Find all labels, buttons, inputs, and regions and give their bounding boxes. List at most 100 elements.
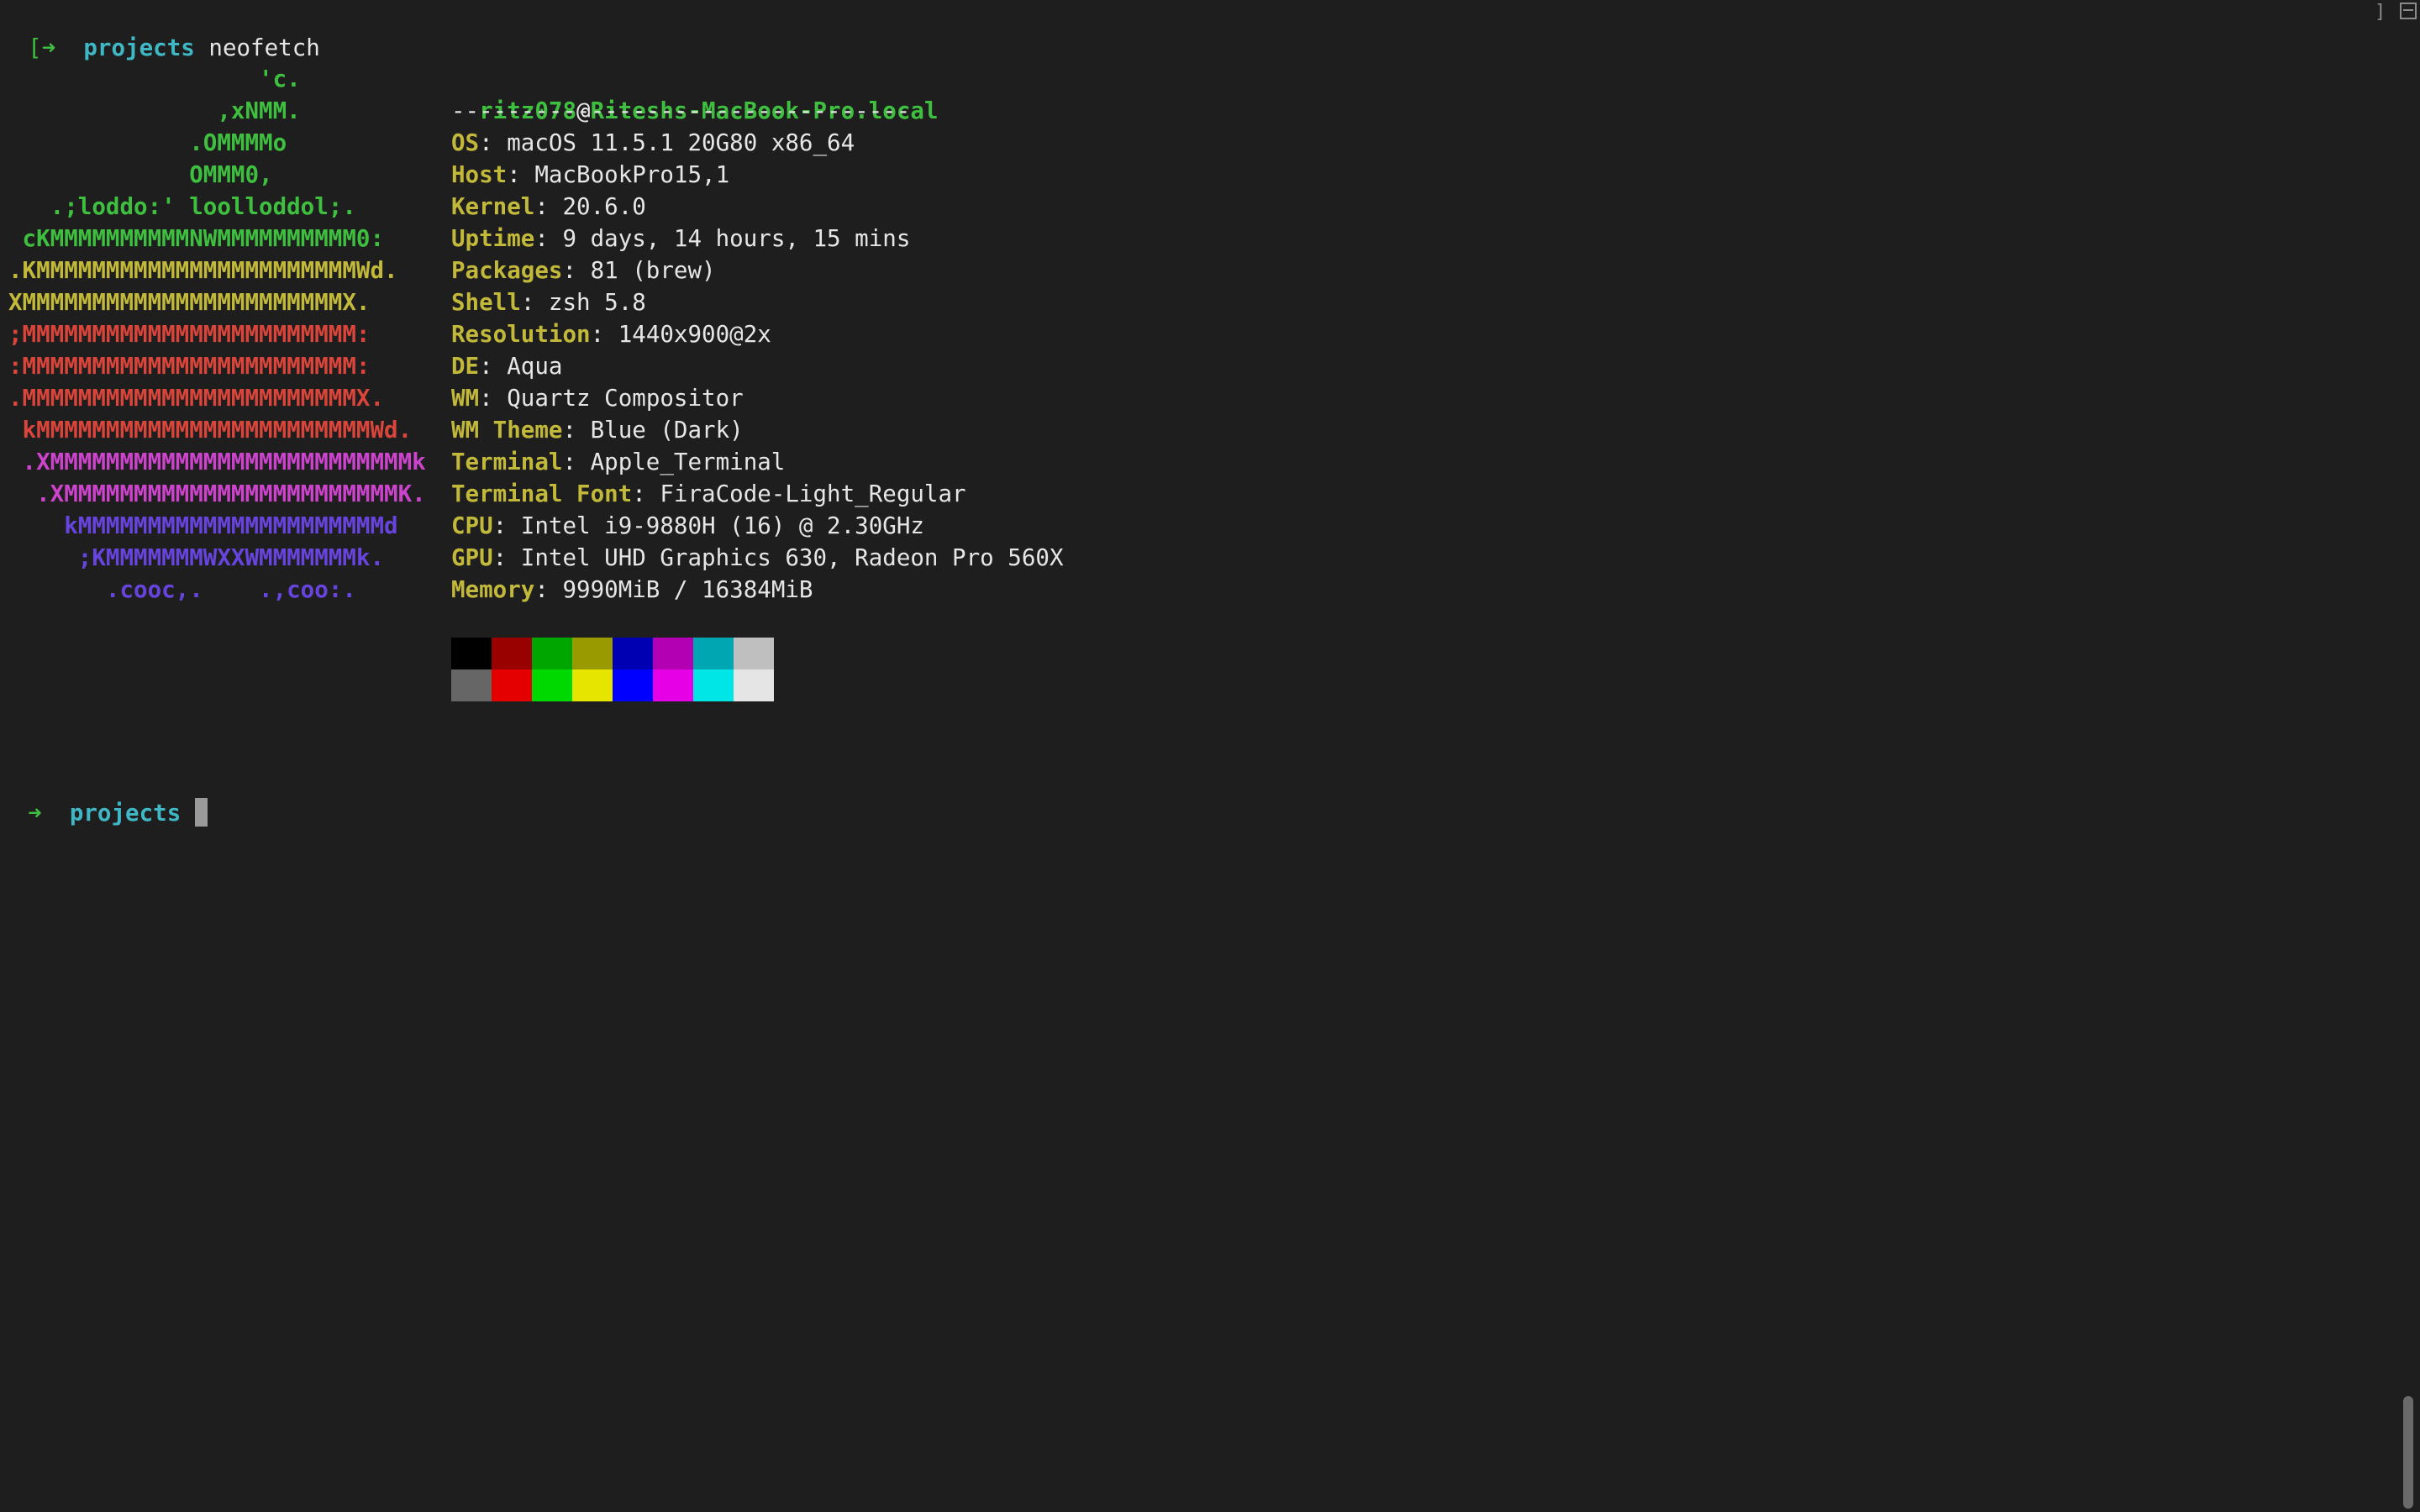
logo-line: ,xNMM. [8, 97, 301, 124]
scrollbar-thumb[interactable] [2403, 1396, 2413, 1509]
info-separator: : [562, 449, 591, 475]
color-swatch [613, 669, 653, 701]
info-separator: : [479, 353, 508, 380]
prompt-directory: projects [83, 34, 195, 61]
command-text: neofetch [208, 34, 320, 61]
info-key: Uptime [451, 225, 535, 252]
logo-line: .MMMMMMMMMMMMMMMMMMMMMMMMX. [8, 385, 385, 412]
color-swatch [492, 669, 532, 701]
scrollbar-track[interactable] [2400, 25, 2418, 1512]
info-value: Aqua [507, 353, 563, 380]
logo-line: .OMMMMo [8, 129, 287, 156]
info-key: OS [451, 129, 480, 156]
color-swatch [653, 638, 693, 669]
prompt-arrow-icon: ➜ [41, 34, 56, 61]
logo-line: XMMMMMMMMMMMMMMMMMMMMMMMX. [8, 289, 371, 316]
info-separator: : [507, 161, 535, 188]
logo-line: .XMMMMMMMMMMMMMMMMMMMMMMMMMMk [8, 449, 426, 475]
logo-line: kMMMMMMMMMMMMMMMMMMMMMMd [8, 512, 398, 539]
info-value: 1440x900@2x [618, 321, 771, 348]
info-row: WM: Quartz Compositor [451, 382, 744, 414]
info-key: Terminal [451, 449, 563, 475]
info-row: Host: MacBookPro15,1 [451, 159, 729, 191]
logo-line: 'c. [8, 66, 301, 92]
info-separator: : [492, 544, 521, 571]
info-separator: : [562, 257, 591, 284]
info-row: Shell: zsh 5.8 [451, 286, 646, 318]
color-swatch [532, 638, 572, 669]
info-row: WM Theme: Blue (Dark) [451, 414, 744, 446]
info-row: Uptime: 9 days, 14 hours, 15 mins [451, 223, 910, 255]
info-row: OS: macOS 11.5.1 20G80 x86_64 [451, 127, 855, 159]
info-key: Kernel [451, 193, 535, 220]
info-value: FiraCode-Light_Regular [660, 480, 966, 507]
color-swatch [492, 638, 532, 669]
info-value: 9990MiB / 16384MiB [562, 576, 813, 603]
color-swatch [734, 669, 774, 701]
info-value: macOS 11.5.1 20G80 x86_64 [507, 129, 855, 156]
info-separator: : [479, 129, 508, 156]
logo-line: ;KMMMMMMMWXXWMMMMMMMk. [8, 544, 385, 571]
info-value: Blue (Dark) [590, 417, 744, 444]
logo-line: :MMMMMMMMMMMMMMMMMMMMMMMM: [8, 353, 371, 380]
info-row: CPU: Intel i9-9880H (16) @ 2.30GHz [451, 510, 924, 542]
info-row: DE: Aqua [451, 350, 562, 382]
info-separator: : [479, 385, 508, 412]
info-separator: : [520, 289, 549, 316]
info-value: 81 (brew) [590, 257, 716, 284]
logo-line: ;MMMMMMMMMMMMMMMMMMMMMMMM: [8, 321, 371, 348]
info-value: Intel UHD Graphics 630, Radeon Pro 560X [520, 544, 1064, 571]
info-key: GPU [451, 544, 493, 571]
info-row: Terminal: Apple_Terminal [451, 446, 785, 478]
info-row: GPU: Intel UHD Graphics 630, Radeon Pro … [451, 542, 1064, 574]
info-separator: : [534, 576, 563, 603]
color-palette [451, 638, 774, 701]
logo-line: .KMMMMMMMMMMMMMMMMMMMMMMMWd. [8, 257, 398, 284]
info-value: Apple_Terminal [590, 449, 786, 475]
prompt-bracket: [ [28, 34, 42, 61]
info-separator: : [632, 480, 660, 507]
info-separator: : [492, 512, 521, 539]
logo-line: .XMMMMMMMMMMMMMMMMMMMMMMMMK. [8, 480, 426, 507]
info-value: 9 days, 14 hours, 15 mins [562, 225, 911, 252]
info-key: Host [451, 161, 508, 188]
logo-line: kMMMMMMMMMMMMMMMMMMMMMMMMWd. [8, 417, 413, 444]
color-swatch [693, 638, 734, 669]
info-key: WM Theme [451, 417, 563, 444]
split-pane-icon[interactable] [2400, 3, 2417, 19]
info-key: DE [451, 353, 480, 380]
logo-line: cKMMMMMMMMMMNWMMMMMMMMMM0: [8, 225, 385, 252]
logo-line: .;loddo:' loolloddol;. [8, 193, 356, 220]
info-key: WM [451, 385, 480, 412]
color-swatch [532, 669, 572, 701]
text-cursor [194, 798, 208, 827]
info-row: Resolution: 1440x900@2x [451, 318, 771, 350]
info-value: zsh 5.8 [548, 289, 646, 316]
info-separator: : [534, 193, 563, 220]
info-key: Shell [451, 289, 521, 316]
color-swatch [693, 669, 734, 701]
color-swatch [451, 669, 492, 701]
info-value: Intel i9-9880H (16) @ 2.30GHz [520, 512, 924, 539]
current-prompt-line[interactable]: ➜ projects [0, 765, 208, 827]
info-value: Quartz Compositor [507, 385, 744, 412]
info-row: Memory: 9990MiB / 16384MiB [451, 574, 813, 606]
info-separator: : [562, 417, 591, 444]
first-prompt-line: [➜ projects neofetch [0, 0, 320, 61]
info-key: Memory [451, 576, 535, 603]
info-key: Terminal Font [451, 480, 633, 507]
info-separator: : [590, 321, 618, 348]
color-swatch [572, 669, 613, 701]
info-row: Kernel: 20.6.0 [451, 191, 646, 223]
info-key: Resolution [451, 321, 591, 348]
color-swatch [613, 638, 653, 669]
scroll-marker: ] [2375, 2, 2386, 23]
info-key: CPU [451, 512, 493, 539]
info-row: Packages: 81 (brew) [451, 255, 716, 286]
info-separator: : [534, 225, 563, 252]
color-swatch [734, 638, 774, 669]
info-row: Terminal Font: FiraCode-Light_Regular [451, 478, 966, 510]
separator-dashes: --------------------------------- [451, 97, 911, 124]
info-value: MacBookPro15,1 [534, 161, 730, 188]
prompt-directory: projects [69, 800, 182, 827]
